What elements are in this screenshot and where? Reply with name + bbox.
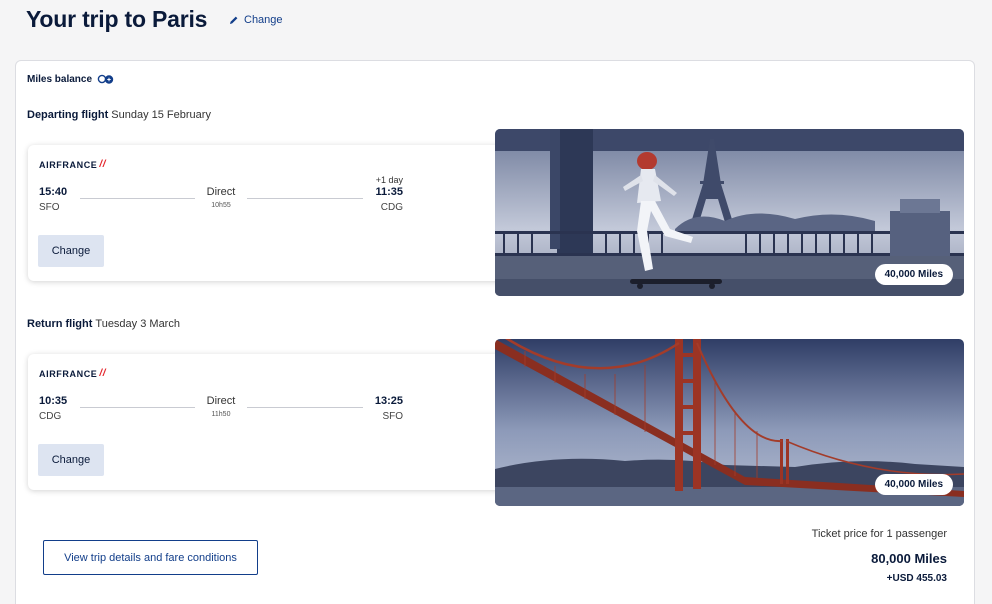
- pencil-icon: [230, 16, 238, 24]
- arrival-airport: SFO: [382, 411, 403, 422]
- view-trip-details-button[interactable]: View trip details and fare conditions: [43, 540, 258, 575]
- paris-photo: 40,000 Miles: [495, 129, 964, 296]
- return-flight-card: AIRFRANCE// 10:35 CDG Direct 11h50 13:25…: [28, 354, 518, 490]
- return-flight-heading: Return flight Tuesday 3 March: [27, 318, 180, 330]
- total-miles: 80,000 Miles: [871, 551, 947, 566]
- return-flight-date: Tuesday 3 March: [95, 318, 180, 330]
- route-line: [80, 198, 195, 199]
- san-francisco-photo: 40,000 Miles: [495, 339, 964, 506]
- route-line: [247, 198, 363, 199]
- airline-logo: AIRFRANCE//: [39, 368, 107, 379]
- ticket-price-caption: Ticket price for 1 passenger: [811, 528, 947, 540]
- page-title: Your trip to Paris: [26, 6, 208, 32]
- arrival-time: 11:35: [375, 186, 403, 198]
- arrival-airport: CDG: [380, 202, 403, 213]
- trip-change-label: Change: [244, 14, 283, 26]
- airline-logo: AIRFRANCE//: [39, 159, 107, 170]
- trip-change-link[interactable]: Change: [229, 14, 283, 26]
- departing-flight-label: Departing flight: [27, 109, 109, 121]
- flight-stops: Direct: [206, 395, 236, 407]
- departing-flight-heading: Departing flight Sunday 15 February: [27, 109, 211, 121]
- day-offset: +1 day: [375, 175, 403, 185]
- trip-summary-card: Miles balance Departing flight Sunday 15 …: [15, 60, 975, 604]
- return-flight-label: Return flight: [27, 318, 93, 330]
- miles-balance: Miles balance: [27, 73, 115, 85]
- departure-time: 15:40: [39, 186, 68, 198]
- departing-miles-badge: 40,000 Miles: [874, 264, 953, 285]
- flight-duration: 10h55: [211, 202, 231, 209]
- route-line: [80, 407, 195, 408]
- miles-coin-icon[interactable]: [97, 73, 115, 85]
- departure-time: 10:35: [39, 395, 68, 407]
- miles-balance-label: Miles balance: [27, 73, 93, 85]
- departing-flight-date: Sunday 15 February: [111, 109, 211, 121]
- route-line: [247, 407, 363, 408]
- total-usd: +USD 455.03: [886, 573, 947, 584]
- change-return-button[interactable]: Change: [38, 444, 104, 476]
- flight-stops: Direct: [206, 186, 236, 198]
- departure-airport: CDG: [39, 411, 62, 422]
- departing-flight-card: AIRFRANCE// +1 day 15:40 SFO Direct 10h5…: [28, 145, 518, 281]
- change-departing-button[interactable]: Change: [38, 235, 104, 267]
- return-miles-badge: 40,000 Miles: [874, 474, 953, 495]
- departure-airport: SFO: [39, 202, 60, 213]
- arrival-time: 13:25: [374, 395, 403, 407]
- flight-duration: 11h50: [211, 411, 231, 418]
